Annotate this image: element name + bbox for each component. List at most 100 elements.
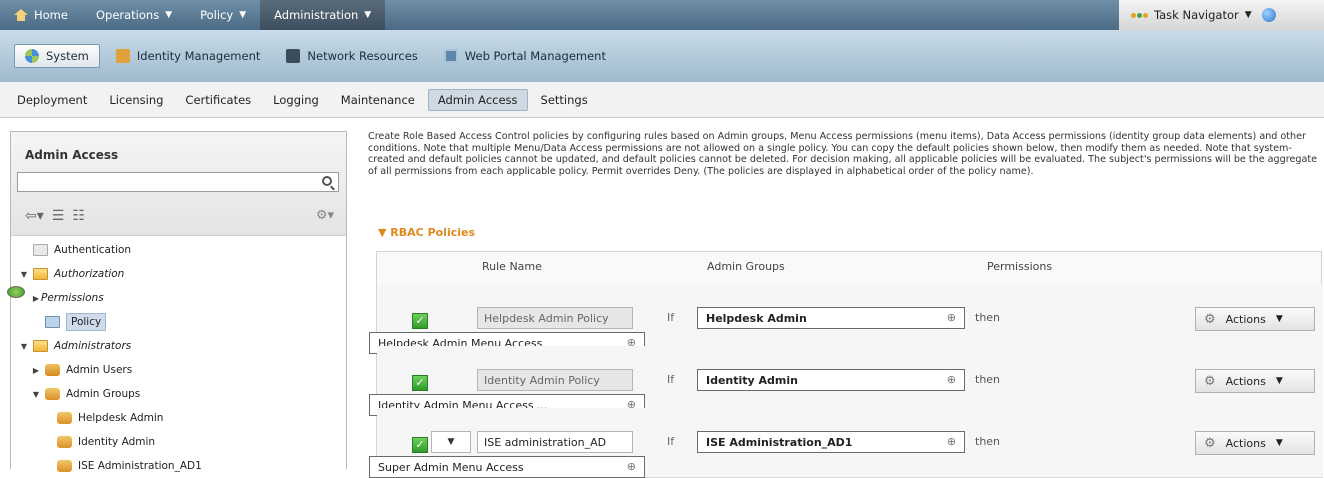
tab-admin-access[interactable]: Admin Access <box>427 88 528 111</box>
gear-icon[interactable]: ⚙▾ <box>316 208 334 223</box>
chevron-down-icon: ▼ <box>239 10 247 20</box>
admin-group-field[interactable]: Helpdesk Admin ⊕ <box>697 307 965 329</box>
then-label: then <box>975 311 1001 324</box>
chevron-down-icon: ▼ <box>165 10 173 20</box>
rbac-section-title[interactable]: ▼ RBAC Policies <box>378 226 475 239</box>
sidebar-tree: Authentication ▼ Authorization ▶ Permissions… <box>7 238 346 478</box>
rule-name-field[interactable]: Identity Admin Policy <box>477 369 633 391</box>
admin-group-field[interactable]: ISE Administration_AD1 ⊕ <box>697 431 965 453</box>
expand-arrow-icon[interactable]: ▼ <box>31 390 41 399</box>
system-bar: System Identity Management Network Resou… <box>0 30 1324 82</box>
rule-enabled-checkbox[interactable]: ✓ <box>412 437 428 453</box>
tab-licensing[interactable]: Licensing <box>100 89 172 111</box>
nav-home[interactable]: Home <box>0 0 82 30</box>
column-header-rule-name: Rule Name <box>482 260 542 273</box>
tree-item-label: ISE Administration_AD1 <box>78 460 202 472</box>
back-icon[interactable]: ⇦▾ <box>25 208 44 224</box>
gear-icon: ⚙ <box>1204 435 1216 451</box>
actions-button[interactable]: ⚙ Actions ▼ <box>1195 307 1315 331</box>
rule-name-field[interactable]: Helpdesk Admin Policy <box>477 307 633 329</box>
tree-item-label: Admin Users <box>66 364 133 376</box>
tree-item[interactable]: Helpdesk Admin <box>11 406 346 430</box>
tree-view-icon[interactable]: ☷ <box>72 208 85 224</box>
nav-operations[interactable]: Operations ▼ <box>82 0 186 30</box>
tree-item-label: Identity Admin <box>78 436 156 448</box>
system-icon <box>25 49 39 63</box>
globe-icon[interactable] <box>1261 8 1276 22</box>
auth-icon <box>33 244 48 256</box>
rbac-rule-row: ✓ ▼ ISE administration_AD If ISE Administrat… <box>369 408 1323 478</box>
then-label: then <box>975 373 1001 386</box>
users-icon <box>45 364 60 376</box>
expand-arrow-icon[interactable]: ▼ <box>19 270 29 279</box>
rule-enabled-checkbox[interactable]: ✓ <box>412 313 428 329</box>
rule-status-dropdown[interactable]: ▼ <box>431 431 471 453</box>
tree-item[interactable]: ▼ Administrators <box>11 334 346 358</box>
tree-item[interactable]: ▼ Authorization <box>11 262 346 286</box>
tree-item[interactable]: Policy <box>11 310 346 334</box>
admin-group-field[interactable]: Identity Admin ⊕ <box>697 369 965 391</box>
task-navigator[interactable]: Task Navigator ▼ <box>1119 0 1324 30</box>
if-label: If <box>667 311 675 324</box>
column-header-admin-groups: Admin Groups <box>707 260 785 273</box>
expand-arrow-icon[interactable]: ▼ <box>19 342 29 351</box>
group-icon <box>45 388 60 400</box>
tree-item[interactable]: ▶ Permissions <box>7 286 346 310</box>
tree-item-label: Admin Groups <box>66 388 141 400</box>
tree-item[interactable]: ▶ Admin Users <box>11 358 346 382</box>
home-icon <box>14 9 28 21</box>
add-condition-icon[interactable]: ⊕ <box>947 373 956 386</box>
sidebar-search-input[interactable] <box>17 172 339 192</box>
nav-policy[interactable]: Policy ▼ <box>186 0 260 30</box>
top-navigation: Home Operations ▼ Policy ▼ Administration ▼… <box>0 0 1324 30</box>
tab-maintenance[interactable]: Maintenance <box>332 89 424 111</box>
tab-deployment[interactable]: Deployment <box>8 89 96 111</box>
permission-field[interactable]: Super Admin Menu Access ⊕ <box>369 456 645 478</box>
main-content: Create Role Based Access Control policie… <box>368 131 1324 478</box>
tree-item[interactable]: Authentication <box>11 238 346 262</box>
rule-name-field[interactable]: ISE administration_AD <box>477 431 633 453</box>
system-tab[interactable]: System <box>14 44 100 68</box>
rule-enabled-checkbox[interactable]: ✓ <box>412 375 428 391</box>
tree-item[interactable]: ISE Administration_AD1 <box>11 454 346 478</box>
tree-item-label: Policy <box>66 313 107 331</box>
web-portal-icon <box>443 49 458 63</box>
tree-item[interactable]: ▼ Admin Groups <box>11 382 346 406</box>
tree-item-label: Authentication <box>54 244 132 256</box>
group-icon <box>57 412 72 424</box>
chevron-down-icon: ▼ <box>1275 376 1283 386</box>
tree-item-label: Helpdesk Admin <box>78 412 164 424</box>
add-permission-icon[interactable]: ⊕ <box>627 460 636 473</box>
then-label: then <box>975 435 1001 448</box>
group-icon <box>57 436 72 448</box>
chevron-down-icon: ▼ <box>1275 314 1283 324</box>
perm-icon <box>7 286 25 298</box>
rbac-rule-row: ✓ Helpdesk Admin Policy If Helpdesk Admin ⊕ t… <box>369 284 1323 354</box>
network-resources-tab[interactable]: Network Resources <box>276 44 427 68</box>
page-description: Create Role Based Access Control policie… <box>368 131 1317 177</box>
collapse-arrow-icon[interactable]: ▶ <box>31 366 41 375</box>
identity-icon <box>115 49 130 63</box>
list-view-icon[interactable]: ☰ <box>52 208 65 224</box>
tab-settings[interactable]: Settings <box>532 89 597 111</box>
web-portal-management-tab[interactable]: Web Portal Management <box>434 44 616 68</box>
search-icon[interactable] <box>322 176 332 186</box>
network-icon <box>286 49 301 63</box>
tab-logging[interactable]: Logging <box>264 89 328 111</box>
actions-button[interactable]: ⚙ Actions ▼ <box>1195 369 1315 393</box>
folder-icon <box>33 268 48 280</box>
tree-item-label: Permissions <box>41 292 104 304</box>
nav-administration[interactable]: Administration ▼ <box>260 0 386 30</box>
add-condition-icon[interactable]: ⊕ <box>947 311 956 324</box>
actions-button[interactable]: ⚙ Actions ▼ <box>1195 431 1315 455</box>
gear-icon: ⚙ <box>1204 311 1216 327</box>
identity-management-tab[interactable]: Identity Management <box>106 44 271 68</box>
add-condition-icon[interactable]: ⊕ <box>947 435 956 448</box>
rbac-policies-table: Rule Name Admin Groups Permissions ✓ Help… <box>369 251 1323 478</box>
tab-certificates[interactable]: Certificates <box>176 89 260 111</box>
group-icon <box>57 460 72 472</box>
tree-item-label: Administrators <box>54 340 132 352</box>
collapse-arrow-icon[interactable]: ▶ <box>31 294 41 303</box>
tree-item[interactable]: Identity Admin <box>11 430 346 454</box>
policy-icon <box>45 316 60 328</box>
